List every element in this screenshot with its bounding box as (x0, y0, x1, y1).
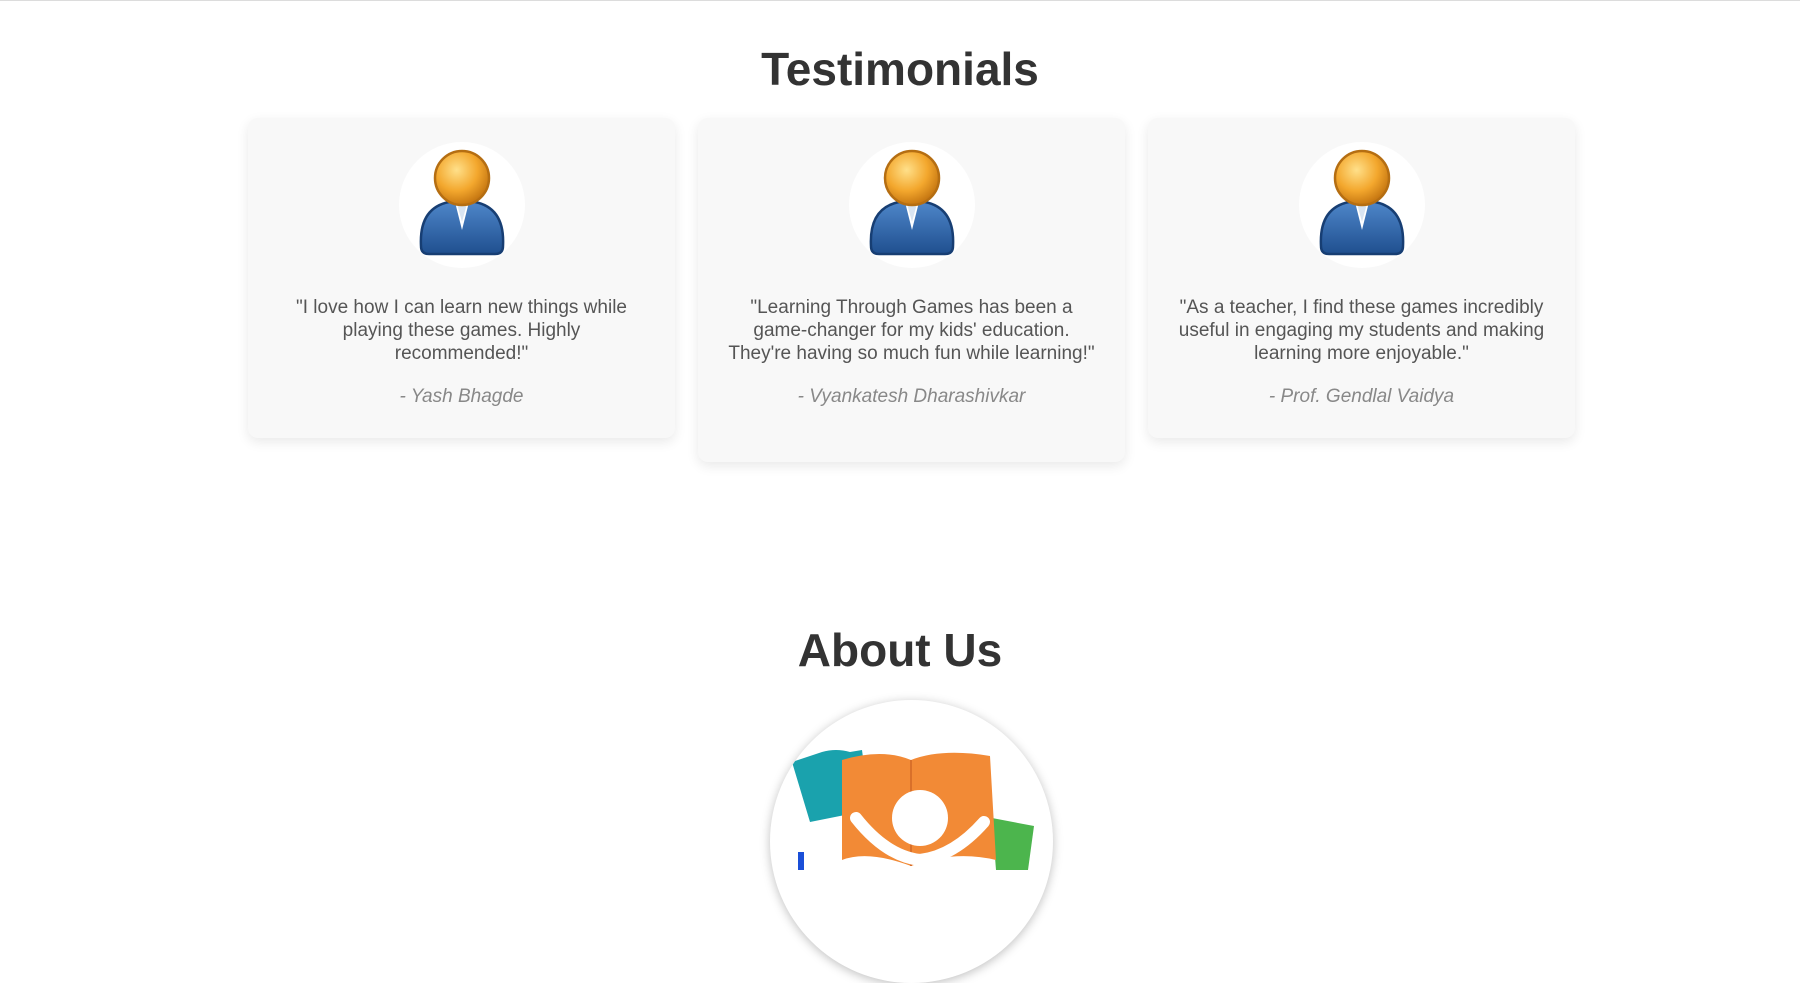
testimonials-heading: Testimonials (761, 43, 1039, 95)
about-us-heading: About Us (797, 624, 1003, 676)
top-divider (0, 0, 1800, 1)
testimonial-quote: "I love how I can learn new things while… (296, 297, 627, 364)
user-avatar-icon (398, 142, 525, 268)
testimonial-card: "Learning Through Games has been a game-… (698, 118, 1125, 462)
testimonial-quote: "As a teacher, I find these games incred… (1178, 297, 1545, 364)
testimonial-author: - Vyankatesh Dharashivkar (797, 386, 1026, 407)
testimonial-card: "I love how I can learn new things while… (248, 118, 675, 438)
testimonial-author: - Yash Bhagde (399, 386, 524, 407)
testimonial-quote: "Learning Through Games has been a game-… (728, 297, 1095, 364)
user-avatar-icon (1298, 142, 1425, 268)
open-book-child-logo (770, 700, 1053, 983)
user-avatar-icon (848, 142, 975, 268)
testimonial-author: - Prof. Gendlal Vaidya (1268, 386, 1455, 407)
child-head-shape (892, 790, 948, 846)
green-book-shape (992, 818, 1034, 870)
testimonial-card: "As a teacher, I find these games incred… (1148, 118, 1575, 438)
